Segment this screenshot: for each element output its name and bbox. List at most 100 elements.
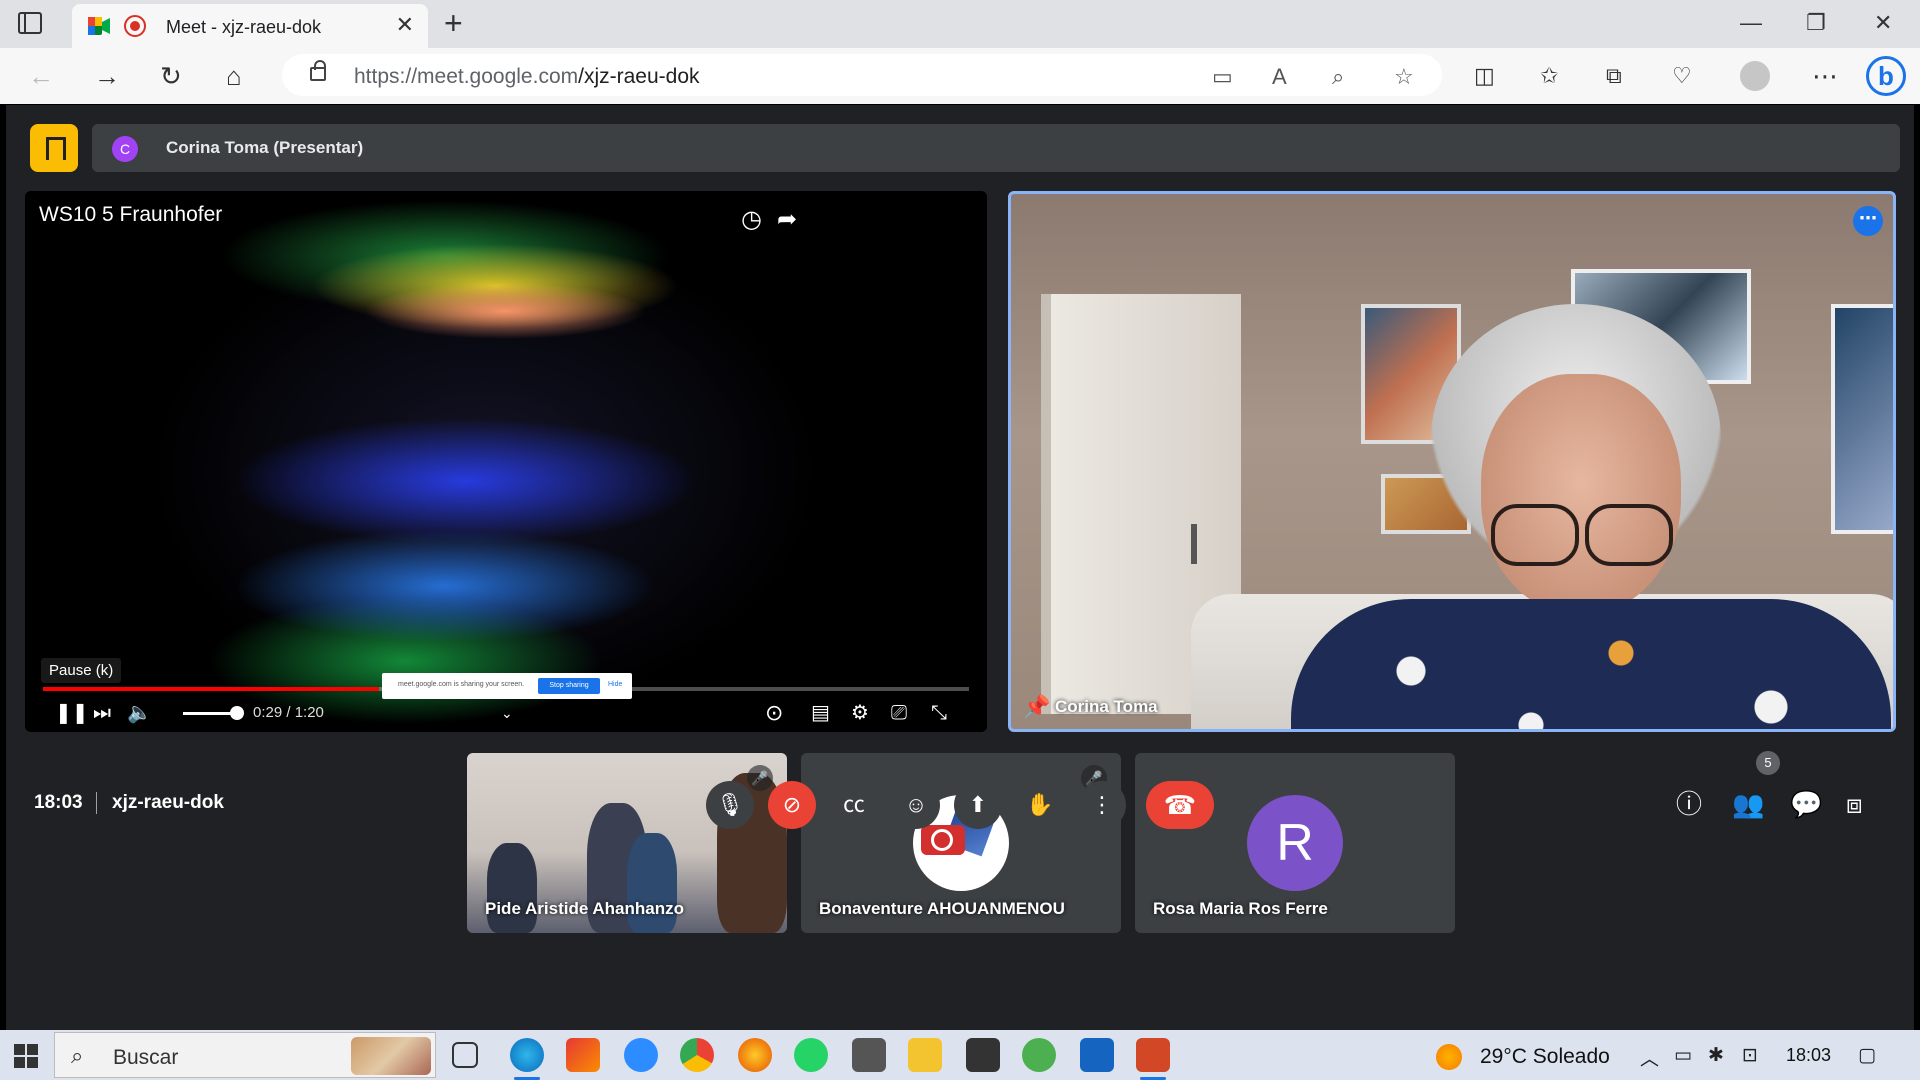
participant-name: Rosa Maria Ros Ferre	[1153, 899, 1328, 918]
address-bar[interactable]: https://meet.google.com/xjz-raeu-dok ▭ A…	[282, 54, 1442, 96]
whatsapp-icon[interactable]	[794, 1038, 828, 1072]
participant-tile[interactable]: 🎤 Bonaventure AHOUANMENOU	[801, 753, 1121, 933]
subtitles-icon[interactable]: ▤	[811, 701, 830, 725]
taskbar-search-label: Buscar	[113, 1046, 179, 1069]
split-screen-icon[interactable]: ◫	[1474, 62, 1495, 90]
meeting-clock: 18:03	[34, 792, 83, 813]
tile-more-options-icon[interactable]: ⋯	[1853, 206, 1883, 236]
read-aloud-icon[interactable]: A	[1272, 64, 1287, 90]
edge-browser-icon[interactable]	[510, 1038, 544, 1080]
chevron-down-icon[interactable]: ⌄	[501, 701, 513, 725]
weather-text[interactable]: 29°C Soleado	[1480, 1045, 1610, 1069]
app-icon[interactable]	[966, 1038, 1000, 1072]
home-icon[interactable]: ⌂	[226, 62, 242, 90]
camera-permission-icon[interactable]: ▭	[1212, 64, 1233, 90]
share-arrow-icon[interactable]: ➦	[777, 205, 797, 234]
shared-screen-tile[interactable]: WS10 5 Fraunhofer ◷ ➦ Pause (k) meet.goo…	[25, 191, 987, 732]
taskbar-clock[interactable]: 18:03	[1786, 1045, 1831, 1066]
restore-icon[interactable]: ❐	[1806, 8, 1826, 38]
hide-banner-link[interactable]: Hide	[608, 681, 622, 688]
browser-tab-bar: Meet - xjz-raeu-dok ✕ + — ❐ ✕	[0, 0, 1920, 48]
stop-sharing-button[interactable]: Stop sharing	[538, 678, 600, 694]
bing-copilot-icon[interactable]: b	[1866, 56, 1906, 96]
camera-off-button[interactable]: ⊘	[768, 781, 816, 829]
browser-tab-meet[interactable]: Meet - xjz-raeu-dok ✕	[72, 4, 428, 48]
spotlight-name: Corina Toma	[1055, 697, 1158, 716]
lock-icon[interactable]	[310, 60, 326, 81]
presenter-label: Corina Toma (Presentar)	[166, 138, 364, 157]
participant-name: Bonaventure AHOUANMENOU	[819, 899, 1065, 918]
network-icon[interactable]: ⊡	[1742, 1044, 1758, 1067]
sharing-text: meet.google.com is sharing your screen.	[398, 681, 525, 688]
file-explorer-icon[interactable]	[908, 1038, 942, 1072]
organization-icon[interactable]	[30, 124, 78, 172]
volume-icon[interactable]: 🔈	[127, 701, 152, 725]
meeting-code: xjz-raeu-dok	[112, 792, 224, 813]
pause-icon[interactable]: ❚❚	[55, 701, 89, 725]
activities-icon[interactable]: ⧈	[1846, 789, 1863, 819]
windows-start-icon[interactable]	[14, 1044, 38, 1068]
app-icon[interactable]	[566, 1038, 600, 1072]
cast-icon[interactable]: ⎚	[891, 701, 907, 725]
participant-tile[interactable]: R Rosa Maria Ros Ferre	[1135, 753, 1455, 933]
video-title: WS10 5 Fraunhofer	[39, 203, 223, 226]
volume-slider-track[interactable]	[183, 712, 235, 715]
tray-chevron-icon[interactable]: ︿	[1640, 1044, 1659, 1071]
back-icon[interactable]: ←	[28, 62, 54, 90]
minimize-icon[interactable]: —	[1740, 8, 1762, 38]
watch-later-icon[interactable]: ◷	[741, 205, 762, 234]
powerpoint-icon[interactable]	[1136, 1038, 1170, 1080]
logo-lens	[931, 829, 953, 851]
teamviewer-icon[interactable]	[624, 1038, 658, 1072]
raise-hand-button[interactable]: ✋	[1016, 781, 1064, 829]
battery-icon[interactable]: ▭	[1674, 1044, 1692, 1067]
tab-actions-icon[interactable]	[18, 12, 42, 34]
notifications-icon[interactable]: ▢	[1858, 1044, 1876, 1067]
recording-indicator-icon	[124, 15, 146, 37]
forward-icon[interactable]: →	[94, 62, 120, 90]
app-tray-icon[interactable]: ✱	[1708, 1044, 1724, 1067]
favorites-icon[interactable]: ✩	[1540, 62, 1558, 90]
pin-icon[interactable]: 📌	[1023, 694, 1050, 720]
chrome-icon[interactable]	[680, 1038, 714, 1072]
app-icon[interactable]	[852, 1038, 886, 1072]
volume-slider-knob[interactable]	[230, 706, 244, 720]
next-icon[interactable]: ⏭	[93, 701, 111, 725]
browser-toolbar: ← → ↻ ⌂ https://meet.google.com/xjz-raeu…	[0, 48, 1920, 104]
task-view-icon[interactable]	[452, 1042, 478, 1068]
people-icon[interactable]: 👥	[1732, 789, 1764, 819]
pause-tooltip: Pause (k)	[41, 658, 122, 683]
app-icon[interactable]	[1080, 1038, 1114, 1072]
leave-call-button[interactable]: ☎	[1146, 781, 1214, 829]
more-menu-icon[interactable]: ⋯	[1812, 62, 1838, 90]
new-tab-icon[interactable]: +	[444, 6, 463, 40]
google-meet-favicon-icon	[88, 17, 110, 35]
firefox-icon[interactable]	[738, 1038, 772, 1072]
present-screen-button[interactable]: ⬆	[954, 781, 1002, 829]
profile-avatar-icon[interactable]	[1740, 61, 1770, 91]
taskbar-search[interactable]: ⌕ Buscar	[54, 1032, 436, 1078]
collections-icon[interactable]: ⧉	[1606, 62, 1622, 90]
zoom-icon[interactable]: ⌕	[1332, 64, 1344, 90]
favorite-star-icon[interactable]: ☆	[1394, 64, 1414, 90]
meeting-details-icon[interactable]: ⓘ	[1676, 789, 1702, 819]
participant-tile[interactable]: 🎤 Pide Aristide Ahanhanzo	[467, 753, 787, 933]
exit-fullscreen-icon[interactable]: ⤡	[931, 701, 947, 725]
glasses-lens	[1491, 504, 1579, 566]
weather-sun-icon[interactable]	[1436, 1044, 1462, 1070]
more-options-button[interactable]: ⋮	[1078, 781, 1126, 829]
settings-gear-icon[interactable]: ⚙	[851, 701, 869, 725]
microphone-button[interactable]: 🎙	[706, 781, 754, 829]
people-count-badge: 5	[1756, 751, 1780, 775]
video-time: 0:29 / 1:20	[253, 704, 324, 721]
captions-button[interactable]: ㏄	[830, 781, 878, 829]
app-icon[interactable]	[1022, 1038, 1056, 1072]
autoplay-toggle-icon[interactable]: ⊙	[765, 701, 783, 725]
chat-icon[interactable]: 💬	[1790, 789, 1822, 819]
emoji-button[interactable]: ☺	[892, 781, 940, 829]
tab-close-icon[interactable]: ✕	[396, 13, 414, 37]
browser-essentials-icon[interactable]: ♡	[1672, 62, 1692, 90]
refresh-icon[interactable]: ↻	[160, 62, 182, 90]
close-window-icon[interactable]: ✕	[1874, 8, 1892, 38]
spotlight-camera-tile[interactable]: ⋯ 📌 Corina Toma	[1008, 191, 1896, 732]
